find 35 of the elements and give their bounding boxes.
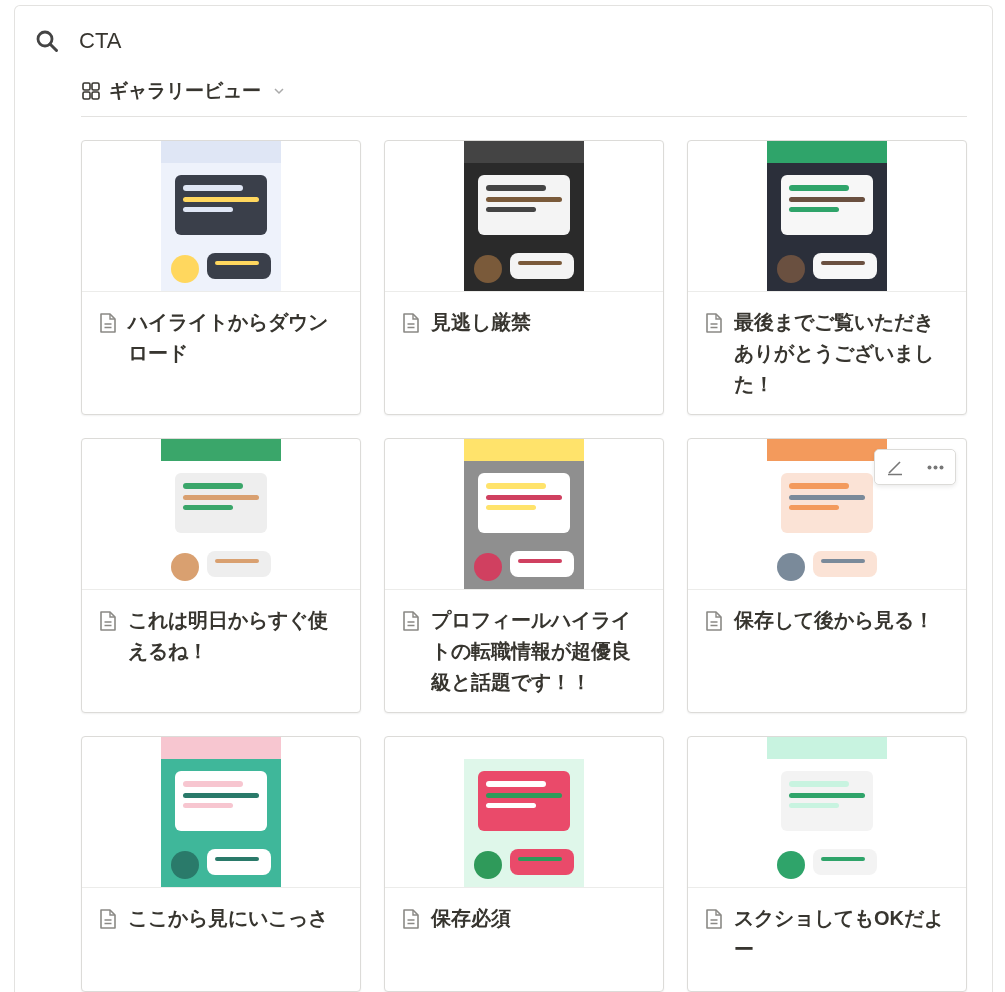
card-title: 保存して後から見る！ [734, 608, 934, 633]
gallery-card[interactable]: 見逃し厳禁 [384, 140, 664, 415]
gallery-card[interactable]: 最後までご覧いただきありがとうございました！ [687, 140, 967, 415]
gallery-card[interactable]: プロフィールハイライトの転職情報が超優良級と話題です！！ [384, 438, 664, 713]
card-title: 最後までご覧いただきありがとうございました！ [734, 310, 935, 397]
gallery-card[interactable]: スクショしてもOKだよー [687, 736, 967, 992]
gallery-card[interactable]: ここから見にいこっさ [81, 736, 361, 992]
card-title: 保存必須 [431, 906, 511, 931]
view-selector[interactable]: ギャラリービュー [81, 76, 285, 106]
gallery-card[interactable]: 保存必須 [384, 736, 664, 992]
chevron-down-icon [273, 85, 285, 97]
page-icon [401, 312, 421, 334]
more-button[interactable] [915, 450, 955, 484]
page-icon [401, 908, 421, 930]
page-icon [704, 610, 724, 632]
gallery-card[interactable]: これは明日からすぐ使えるね！ [81, 438, 361, 713]
page-icon [98, 312, 118, 334]
card-title: ハイライトからダウンロード [128, 310, 329, 366]
card-title: これは明日からすぐ使えるね！ [128, 608, 329, 664]
page-icon [704, 312, 724, 334]
gallery-card[interactable]: ハイライトからダウンロード [81, 140, 361, 415]
page-icon [704, 908, 724, 930]
page-icon [98, 908, 118, 930]
edit-button[interactable] [875, 450, 915, 484]
search-field[interactable]: CTA [79, 28, 379, 54]
card-title: プロフィールハイライトの転職情報が超優良級と話題です！！ [431, 608, 632, 695]
card-title: 見逃し厳禁 [431, 310, 531, 335]
gallery-card[interactable]: 保存して後から見る！ [687, 438, 967, 713]
more-icon [926, 464, 944, 470]
page-icon [98, 610, 118, 632]
search-icon [35, 29, 59, 53]
page-icon [401, 610, 421, 632]
card-title: ここから見にいこっさ [128, 906, 328, 931]
card-title: スクショしてもOKだよー [734, 906, 945, 962]
grid-icon [81, 81, 101, 101]
